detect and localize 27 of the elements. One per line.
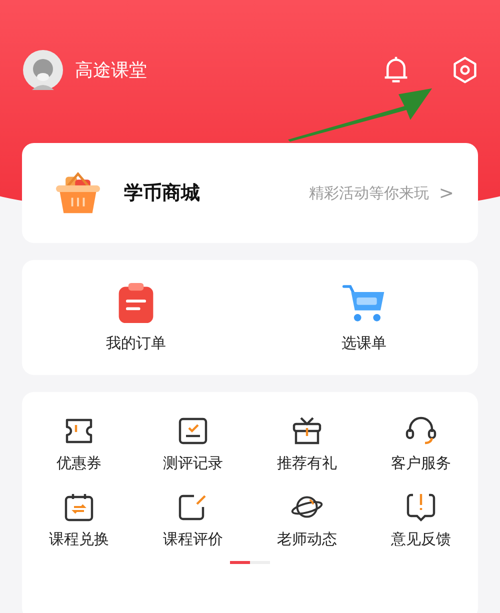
username[interactable]: 高途课堂 bbox=[75, 58, 382, 82]
mall-subtitle: 精彩活动等你来玩 bbox=[308, 184, 429, 202]
service-label[interactable]: 课程兑换 bbox=[49, 530, 109, 549]
ticket-icon[interactable] bbox=[63, 416, 95, 446]
edit-icon[interactable] bbox=[177, 492, 209, 522]
checklist-icon[interactable] bbox=[177, 416, 209, 446]
settings-icon[interactable] bbox=[452, 56, 478, 84]
cart-icon[interactable] bbox=[342, 282, 386, 324]
service-label[interactable]: 测评记录 bbox=[163, 454, 223, 473]
headset-icon[interactable] bbox=[405, 416, 437, 446]
mall-card[interactable]: 学币商城 精彩活动等你来玩 > bbox=[22, 143, 478, 243]
feedback-icon[interactable] bbox=[405, 492, 437, 522]
service-label[interactable]: 课程评价 bbox=[163, 530, 223, 549]
mall-title: 学币商城 bbox=[124, 181, 201, 206]
bell-icon[interactable] bbox=[382, 55, 410, 85]
calendar-icon[interactable] bbox=[63, 492, 95, 522]
service-label[interactable]: 客户服务 bbox=[391, 454, 451, 473]
chevron-icon: > bbox=[438, 182, 454, 204]
basket-icon bbox=[54, 171, 102, 215]
service-label[interactable]: 意见反馈 bbox=[391, 530, 451, 549]
shortcut-label[interactable]: 我的订单 bbox=[106, 334, 166, 353]
service-label[interactable]: 推荐有礼 bbox=[277, 454, 337, 473]
avatar-icon[interactable] bbox=[23, 50, 63, 90]
service-label[interactable]: 优惠券 bbox=[56, 454, 102, 473]
gift-icon[interactable] bbox=[291, 416, 323, 446]
shortcut-label[interactable]: 选课单 bbox=[342, 334, 386, 353]
service-label[interactable]: 老师动态 bbox=[277, 530, 337, 549]
